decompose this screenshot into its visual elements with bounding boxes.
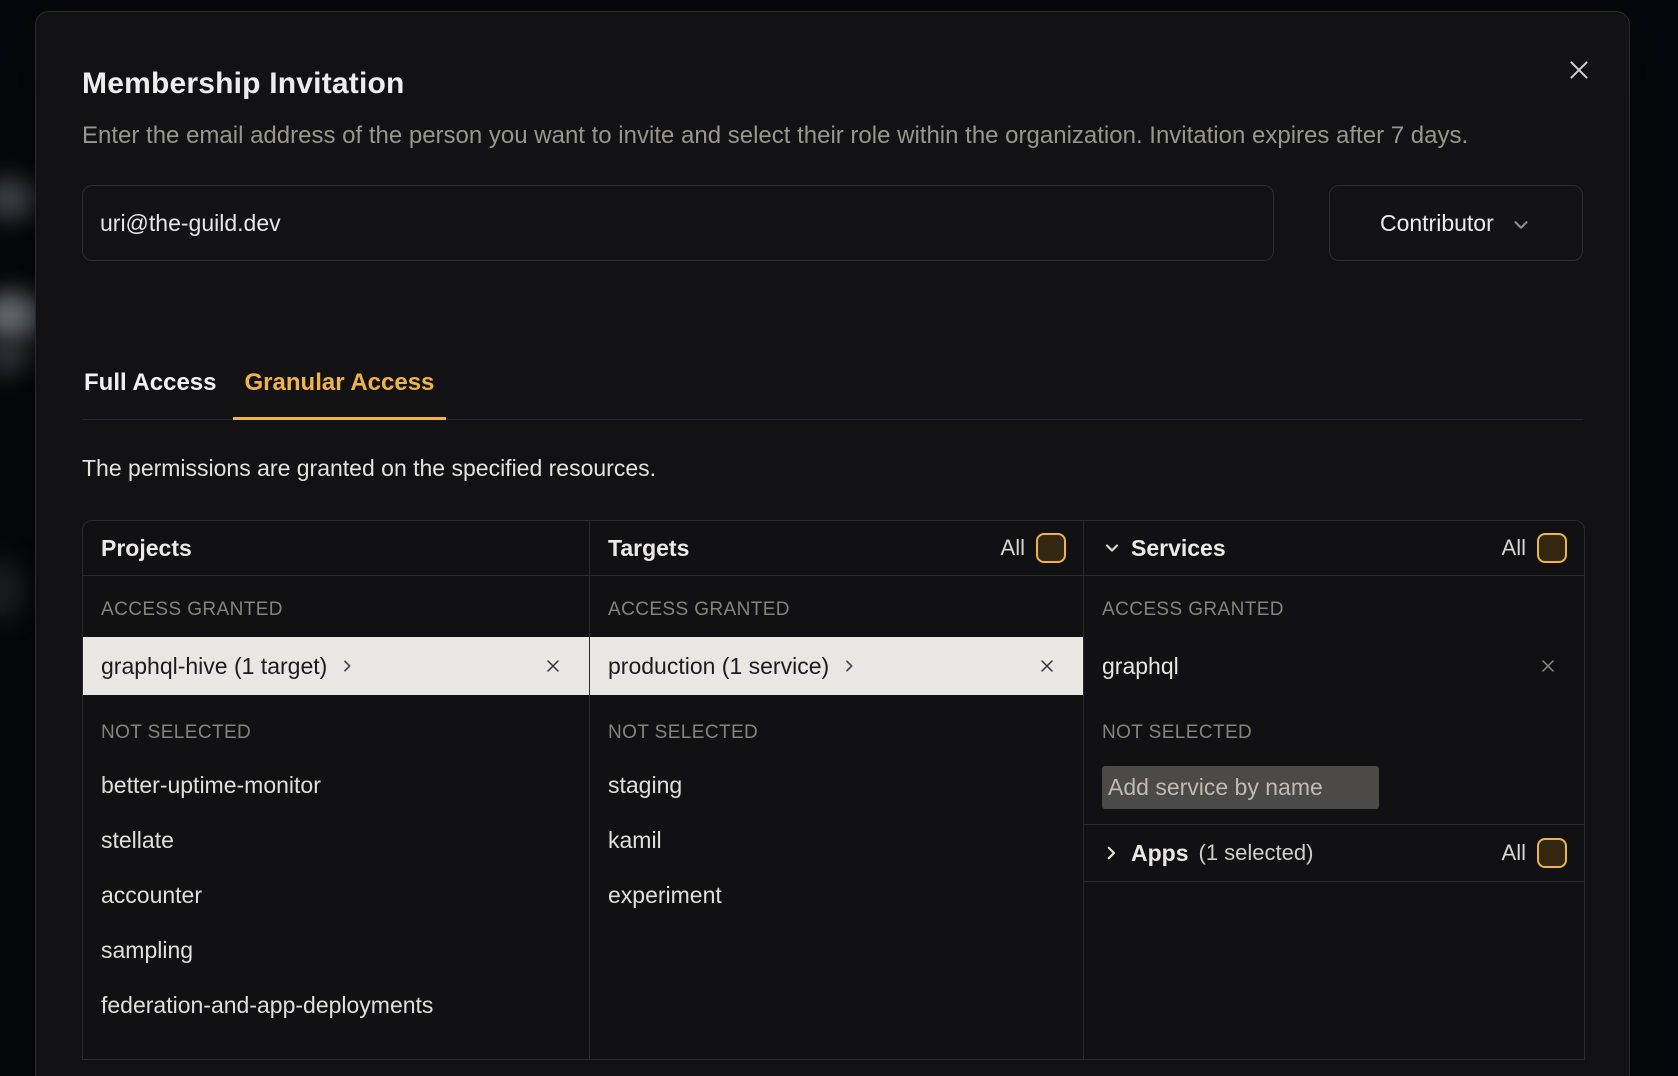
remove-target-button[interactable]: [1037, 656, 1057, 676]
apps-selected-count: (1 selected): [1199, 840, 1314, 866]
close-icon: [1566, 57, 1592, 83]
target-item[interactable]: kamil: [590, 813, 1083, 868]
background-blur-blob: [0, 178, 38, 220]
granted-project-row[interactable]: graphql-hive (1 target): [83, 637, 589, 695]
granted-target-name: production (1 service): [608, 653, 829, 680]
membership-invitation-dialog: Membership Invitation Enter the email ad…: [35, 11, 1630, 1076]
remove-icon: [543, 656, 563, 676]
tab-granular-access[interactable]: Granular Access: [233, 369, 447, 420]
background-blur-blob: [0, 560, 26, 620]
projects-list: better-uptime-monitor stellate accounter…: [83, 758, 589, 1033]
not-selected-label: NOT SELECTED: [590, 721, 1083, 745]
email-input[interactable]: [82, 185, 1274, 261]
remove-project-button[interactable]: [543, 656, 563, 676]
permissions-note: The permissions are granted on the speci…: [82, 454, 1583, 482]
chevron-right-icon: [339, 658, 355, 674]
dialog-description: Enter the email address of the person yo…: [82, 116, 1583, 155]
chevron-right-icon: [841, 658, 857, 674]
projects-column: Projects ACCESS GRANTED graphql-hive (1 …: [83, 521, 589, 1059]
project-item[interactable]: federation-and-app-deployments: [83, 978, 589, 1033]
targets-all-checkbox[interactable]: [1036, 533, 1066, 563]
chevron-right-icon: [1102, 844, 1120, 862]
chevron-down-icon: [1510, 214, 1532, 236]
invite-row: Contributor: [82, 185, 1583, 261]
targets-list: staging kamil experiment: [590, 758, 1083, 923]
background-blur-blob: [0, 340, 32, 374]
remove-icon: [1538, 656, 1558, 676]
apps-title: Apps: [1131, 840, 1189, 867]
services-all-label: All: [1502, 535, 1526, 561]
services-column: Services All ACCESS GRANTED graphql NOT …: [1083, 521, 1584, 1059]
dialog-title: Membership Invitation: [82, 12, 1583, 102]
close-button[interactable]: [1563, 54, 1595, 86]
not-selected-label: NOT SELECTED: [1084, 721, 1584, 745]
granted-target-row[interactable]: production (1 service): [590, 637, 1083, 695]
targets-column: Targets All ACCESS GRANTED production (1…: [589, 521, 1083, 1059]
role-select-value: Contributor: [1380, 210, 1494, 237]
chevron-down-icon: [1102, 538, 1122, 558]
services-column-title: Services: [1131, 535, 1226, 562]
remove-service-button[interactable]: [1538, 656, 1558, 676]
project-item[interactable]: accounter: [83, 868, 589, 923]
apps-row[interactable]: Apps (1 selected) All: [1084, 824, 1584, 882]
granted-service-name: graphql: [1102, 653, 1179, 680]
target-item[interactable]: experiment: [590, 868, 1083, 923]
services-column-header[interactable]: Services All: [1084, 521, 1584, 576]
project-item[interactable]: better-uptime-monitor: [83, 758, 589, 813]
access-granted-label: ACCESS GRANTED: [83, 598, 589, 622]
targets-column-header: Targets All: [590, 521, 1083, 576]
granted-service-row[interactable]: graphql: [1084, 637, 1584, 695]
projects-column-title: Projects: [101, 535, 192, 562]
resources-table: Projects ACCESS GRANTED graphql-hive (1 …: [82, 520, 1585, 1060]
granted-project-name: graphql-hive (1 target): [101, 653, 327, 680]
role-select[interactable]: Contributor: [1329, 185, 1583, 261]
services-all-checkbox[interactable]: [1537, 533, 1567, 563]
not-selected-label: NOT SELECTED: [83, 721, 589, 745]
targets-column-title: Targets: [608, 535, 689, 562]
project-item[interactable]: sampling: [83, 923, 589, 978]
project-item[interactable]: stellate: [83, 813, 589, 868]
add-service-input[interactable]: [1102, 766, 1379, 809]
apps-all-checkbox[interactable]: [1537, 838, 1567, 868]
access-granted-label: ACCESS GRANTED: [590, 598, 1083, 622]
apps-all-label: All: [1502, 840, 1526, 866]
tab-full-access[interactable]: Full Access: [82, 369, 219, 419]
access-granted-label: ACCESS GRANTED: [1084, 598, 1584, 622]
targets-all-label: All: [1001, 535, 1025, 561]
projects-column-header: Projects: [83, 521, 589, 576]
remove-icon: [1037, 656, 1057, 676]
access-tabs: Full Access Granular Access: [82, 369, 1583, 420]
target-item[interactable]: staging: [590, 758, 1083, 813]
